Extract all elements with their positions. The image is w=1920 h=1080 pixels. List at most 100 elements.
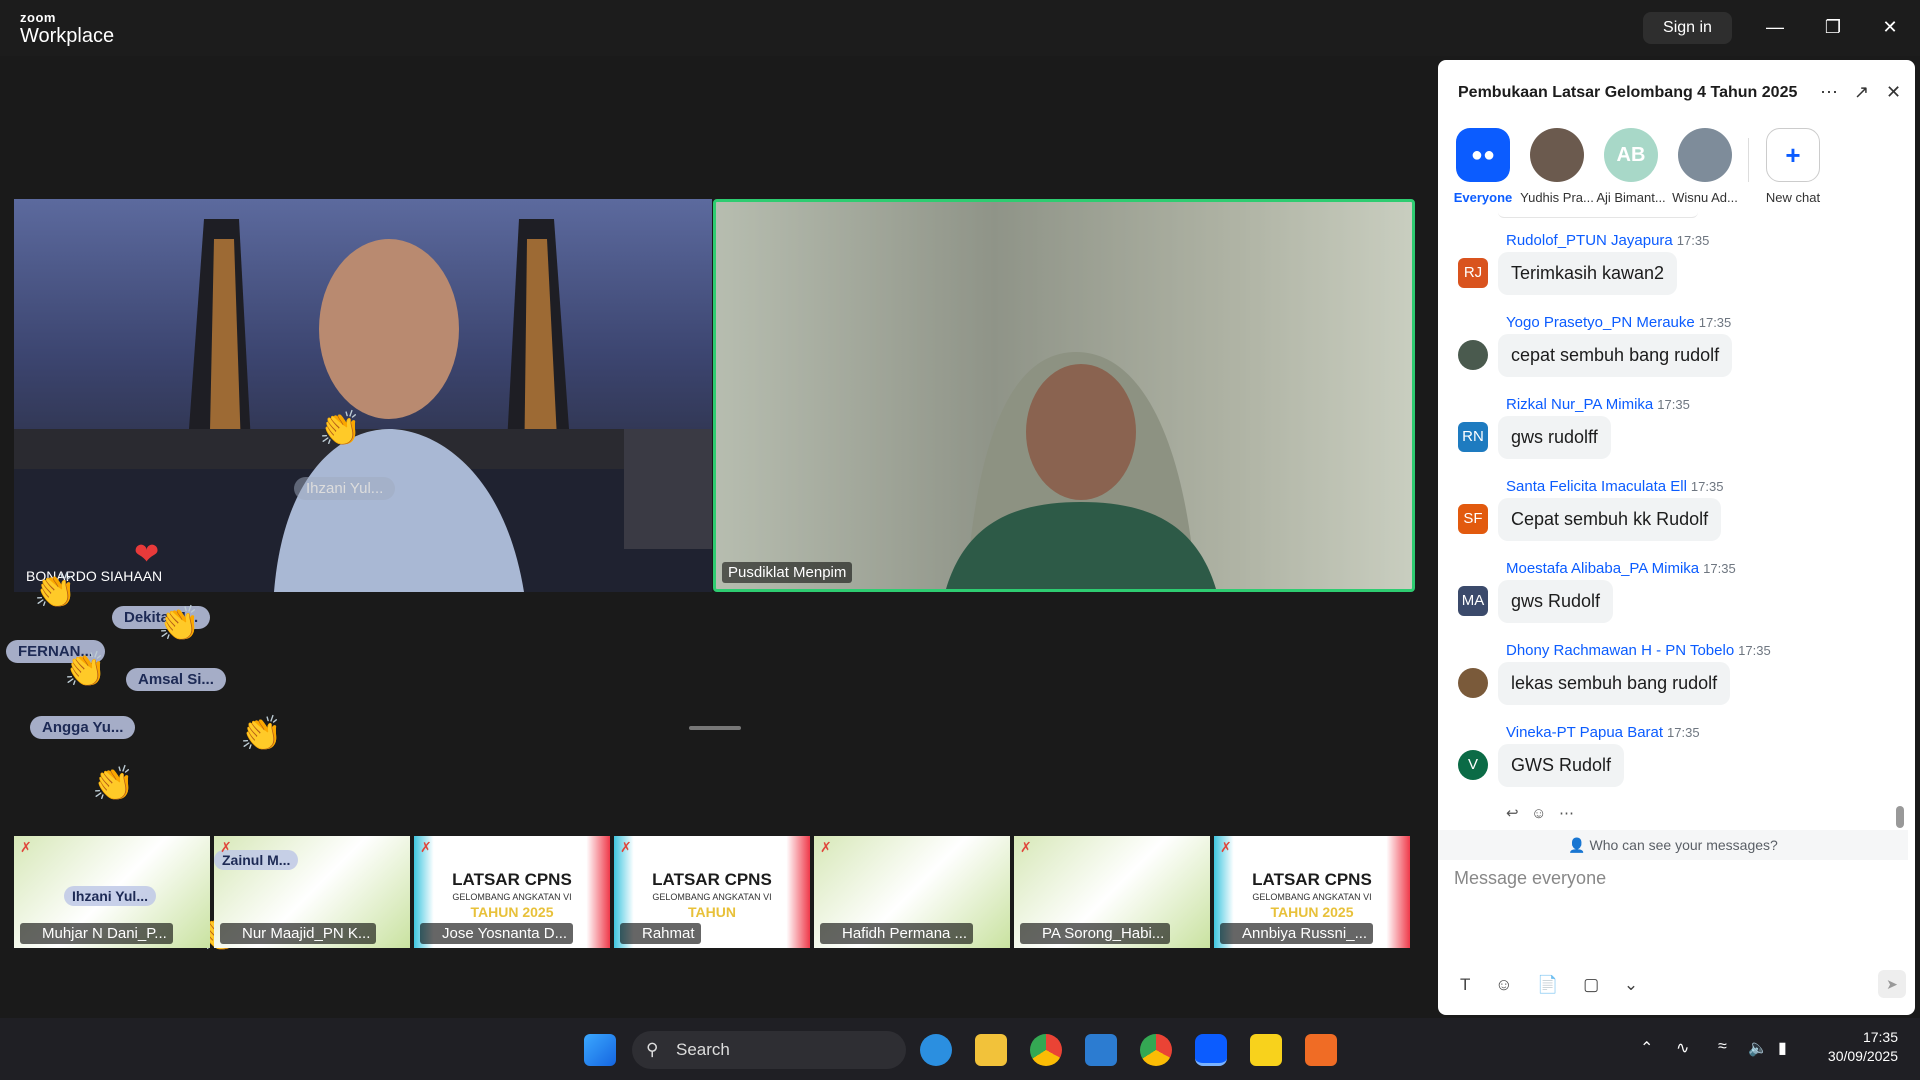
strip-name: Rahmat — [620, 923, 701, 944]
format-text-icon[interactable]: T — [1460, 975, 1470, 994]
mic-muted-icon: ✗ — [220, 839, 232, 855]
message-actions: ↩ ☺ ⋯ — [1506, 804, 1574, 822]
speaker-video — [14, 219, 712, 592]
sender-avatar: RJ — [1458, 258, 1488, 288]
strip-name: Hafidh Permana ... — [820, 923, 974, 944]
message-sender: Moestafa Alibaba_PA Mimika 17:35 — [1506, 560, 1736, 577]
close-chat-icon[interactable]: ✕ — [1886, 82, 1901, 103]
chat-message[interactable]: RJ Rudolof_PTUN Jayapura 17:35 Terimkasih… — [1438, 232, 1898, 312]
chat-message[interactable]: Yogo Prasetyo_PN Merauke 17:35 cepat semb… — [1438, 314, 1898, 394]
chrome-icon[interactable] — [1030, 1034, 1062, 1066]
emoji-icon[interactable]: ☺ — [1495, 975, 1512, 994]
clap-reaction-icon: 👏 — [92, 765, 135, 803]
people-icon: ●● — [1456, 128, 1510, 182]
sticky-notes-icon[interactable] — [1250, 1034, 1282, 1066]
privacy-notice[interactable]: 👤 Who can see your messages? — [1438, 830, 1908, 860]
recipient-everyone[interactable]: ●● Everyone — [1446, 128, 1520, 205]
more-options-icon[interactable]: ⋯ — [1820, 82, 1838, 103]
video-tile-speaker[interactable]: BONARDO SIAHAAN Ihzani Yul... 👏 ❤ — [14, 199, 712, 592]
poster-year: TAHUN — [688, 904, 736, 920]
wifi-icon[interactable]: ≈ — [1718, 1038, 1727, 1056]
screenshot-icon[interactable]: ▢ — [1583, 975, 1599, 994]
xampp-icon[interactable] — [1305, 1034, 1337, 1066]
chat-message[interactable]: MA Moestafa Alibaba_PA Mimika 17:35 gws R… — [1438, 560, 1898, 640]
recipient-label: Yudhis Pra... — [1520, 190, 1594, 205]
strip-tile[interactable]: Zainul M... ✗ Nur Maajid_PN K... — [214, 836, 410, 948]
message-sender: Santa Felicita Imaculata Ell 17:35 — [1506, 478, 1724, 495]
sender-avatar — [1458, 340, 1488, 370]
title-bar: zoom Workplace Sign in — ❐ ✕ — [0, 0, 1920, 56]
video-stage: BONARDO SIAHAAN Ihzani Yul... 👏 ❤ Pusdik… — [0, 56, 1438, 1018]
poster-title: LATSAR CPNS — [452, 870, 572, 889]
emoji-react-icon[interactable]: ☺ — [1531, 805, 1546, 822]
message-text: gws rudolff — [1498, 416, 1611, 459]
poster-subtitle: GELOMBANG ANGKATAN VI — [652, 892, 772, 902]
taskbar: ⚲ Search ⌃ ∿ ≈ 🔈 ▮ 17:35 30/09/2025 — [0, 1018, 1920, 1080]
recipient-yudhis[interactable]: Yudhis Pra... — [1520, 128, 1594, 205]
avatar — [1678, 128, 1732, 182]
minimize-icon[interactable]: — — [1762, 14, 1788, 40]
strip-tile[interactable]: LATSAR CPNS GELOMBANG ANGKATAN VI TAHUN … — [1214, 836, 1410, 948]
message-input[interactable]: Message everyone — [1454, 868, 1606, 889]
search-icon: ⚲ — [646, 1040, 659, 1059]
file-icon[interactable]: 📄 — [1537, 975, 1558, 994]
edge-icon[interactable] — [920, 1034, 952, 1066]
chevron-down-icon[interactable]: ⌄ — [1624, 975, 1638, 994]
poster-year: TAHUN 2025 — [470, 904, 554, 920]
strip-tile[interactable]: ✗ Hafidh Permana ... — [814, 836, 1010, 948]
recipient-aji[interactable]: AB Aji Bimant... — [1594, 128, 1668, 205]
send-icon[interactable]: ➤ — [1878, 970, 1906, 998]
more-icon[interactable]: ⋯ — [1559, 805, 1574, 822]
volume-icon[interactable]: 🔈 — [1748, 1038, 1768, 1058]
video-tile-active[interactable]: Pusdiklat Menpim — [713, 199, 1415, 592]
message-text: GWS Rudolf — [1498, 744, 1625, 787]
clock[interactable]: 17:35 30/09/2025 — [1810, 1028, 1898, 1066]
recipient-label: Wisnu Ad... — [1672, 190, 1738, 205]
avatar — [1530, 128, 1584, 182]
sign-in-button[interactable]: Sign in — [1643, 12, 1732, 44]
chat-message[interactable]: RN Rizkal Nur_PA Mimika 17:35 gws rudolff — [1438, 396, 1898, 476]
reply-icon[interactable]: ↩ — [1506, 805, 1519, 822]
chrome-profile-icon[interactable] — [1140, 1034, 1172, 1066]
clap-reaction-icon: 👏 — [64, 651, 107, 689]
chat-scrollbar[interactable] — [1896, 806, 1904, 828]
strip-name: PA Sorong_Habi... — [1020, 923, 1171, 944]
sender-avatar — [1458, 668, 1488, 698]
restore-icon[interactable]: ❐ — [1820, 14, 1846, 40]
chat-message[interactable]: V Vineka-PT Papua Barat 17:35 GWS Rudolf — [1438, 724, 1898, 804]
avatar: AB — [1604, 128, 1658, 182]
strip-tile[interactable]: ✗ PA Sorong_Habi... — [1014, 836, 1210, 948]
taskbar-search[interactable]: ⚲ Search — [632, 1031, 906, 1069]
poster-subtitle: GELOMBANG ANGKATAN VI — [1252, 892, 1372, 902]
strip-tile[interactable]: LATSAR CPNS GELOMBANG ANGKATAN VI TAHUN … — [414, 836, 610, 948]
chat-message[interactable]: Dhony Rachmawan H - PN Tobelo 17:35 lekas… — [1438, 642, 1898, 722]
clap-reaction-icon: 👏 — [34, 572, 77, 610]
windows-start-icon[interactable] — [584, 1034, 616, 1066]
zoom-logo: zoom Workplace — [20, 11, 114, 46]
sender-avatar: RN — [1458, 422, 1488, 452]
network-icon[interactable]: ∿ — [1676, 1038, 1689, 1058]
close-window-icon[interactable]: ✕ — [1877, 14, 1903, 40]
vscode-icon[interactable] — [1085, 1034, 1117, 1066]
battery-icon[interactable]: ▮ — [1778, 1038, 1787, 1058]
mic-muted-icon: ✗ — [20, 839, 32, 855]
recipient-label: Aji Bimant... — [1596, 190, 1666, 205]
chat-message[interactable]: SF Santa Felicita Imaculata Ell 17:35 Cep… — [1438, 478, 1898, 558]
chevron-up-icon[interactable]: ⌃ — [1640, 1038, 1653, 1058]
splitter-handle[interactable] — [689, 726, 741, 730]
message-sender: Rizkal Nur_PA Mimika 17:35 — [1506, 396, 1690, 413]
strip-tile[interactable]: LATSAR CPNS GELOMBANG ANGKATAN VI TAHUN … — [614, 836, 810, 948]
pop-out-icon[interactable]: ↗ — [1854, 82, 1869, 103]
poster-subtitle: GELOMBANG ANGKATAN VI — [452, 892, 572, 902]
new-chat-button[interactable]: + New chat — [1756, 128, 1830, 205]
file-explorer-icon[interactable] — [975, 1034, 1007, 1066]
recipient-wisnu[interactable]: Wisnu Ad... — [1668, 128, 1742, 205]
participant-strip: Ihzani Yul... ✗ Muhjar N Dani_P... Zainu… — [14, 836, 1414, 948]
zoom-icon[interactable] — [1195, 1034, 1227, 1066]
logo-top: zoom — [20, 10, 56, 25]
message-text: lekas sembuh bang rudolf — [1498, 662, 1731, 705]
clap-reaction-icon: 👏 — [240, 715, 283, 753]
mic-muted-icon: ✗ — [820, 839, 832, 855]
strip-name: Nur Maajid_PN K... — [220, 923, 377, 944]
strip-tile[interactable]: Ihzani Yul... ✗ Muhjar N Dani_P... — [14, 836, 210, 948]
